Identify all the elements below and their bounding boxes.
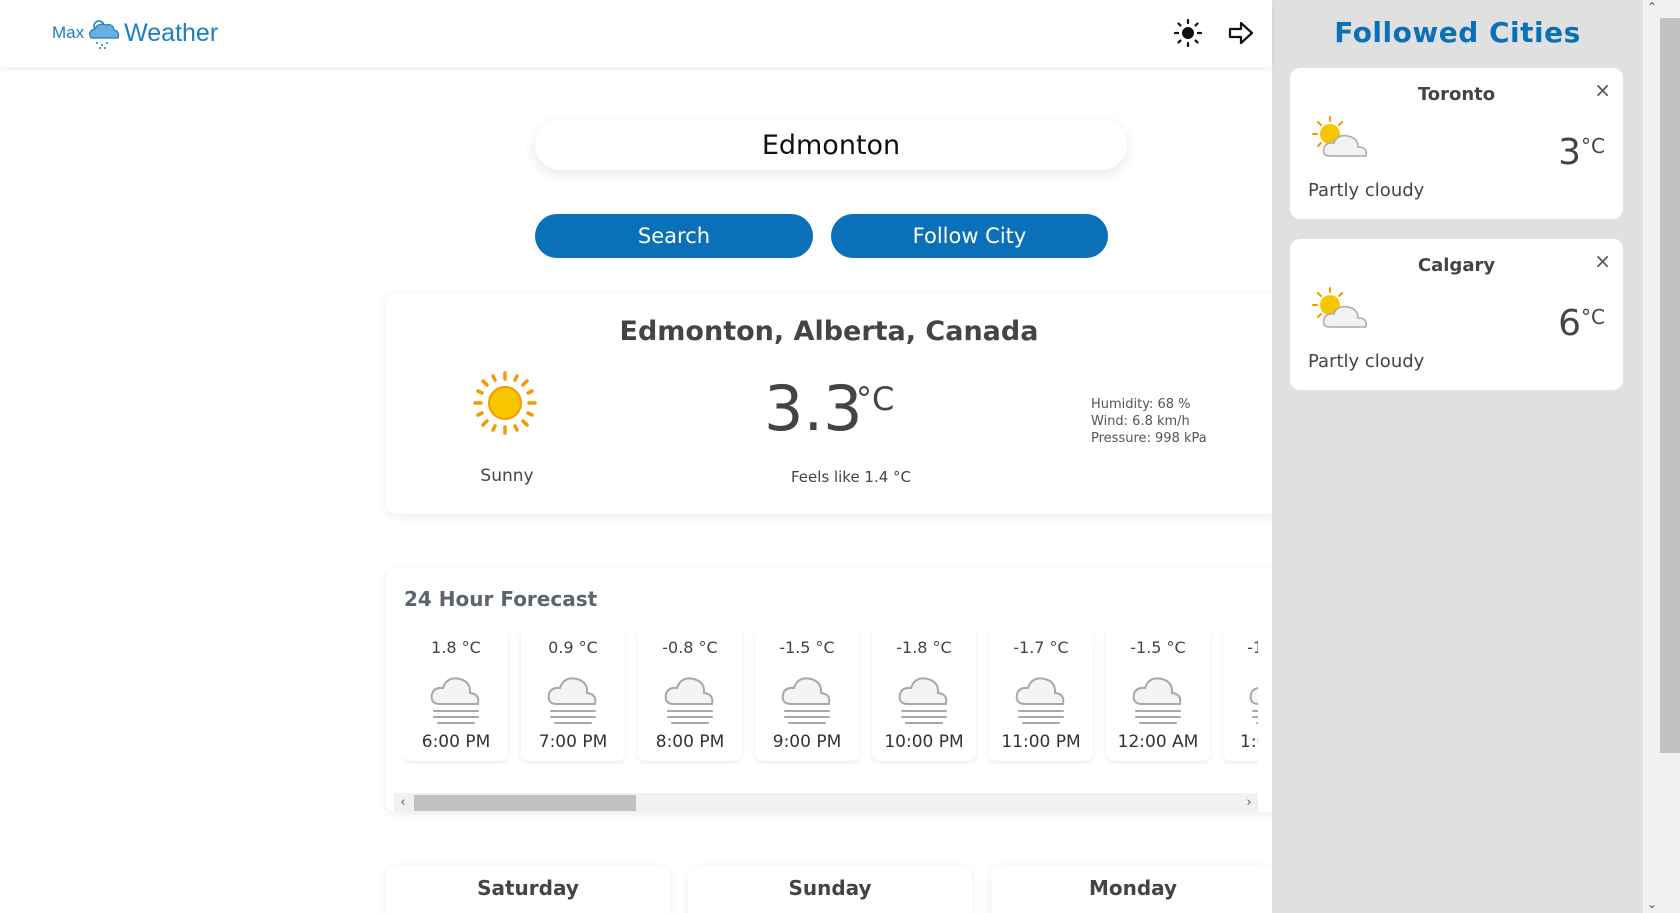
pressure-value: Pressure: 998 kPa [1091,431,1207,446]
fog-cloud-icon [547,677,597,724]
weather-details: Humidity: 68 % Wind: 6.8 km/h Pressure: … [1091,396,1207,447]
hourly-forecast-item: 0.9 °C 7:00 PM [521,628,625,761]
scroll-left-arrow-icon[interactable]: ‹ [394,793,412,812]
hour-temperature: -0.8 °C [662,638,718,657]
temperature-unit: °C [1581,134,1605,158]
day-name: Saturday [477,876,579,900]
hourly-forecast-card: 24 Hour Forecast 1.8 °C 6:00 PM 0.9 °C 7:00… [386,568,1286,812]
fog-cloud-icon [430,677,480,724]
humidity-value: Humidity: 68 % [1091,397,1191,412]
current-weather-card: Edmonton, Alberta, Canada Sunny 3.3 °C F… [386,294,1286,514]
temperature-unit: °C [856,380,895,418]
page-vertical-scrollbar[interactable]: ⌃ ⌄ [1643,0,1680,913]
hour-temperature: -1.7 °C [1013,638,1069,657]
followed-city-card-calgary[interactable]: Calgary × 6 °C Partly cloudy [1290,239,1623,390]
hour-time: 6:00 PM [421,732,491,752]
hour-time: 8:00 PM [655,732,725,752]
feels-like-label: Feels like 1.4 °C [790,468,912,486]
hour-temperature: 1.8 °C [431,638,481,657]
scroll-right-arrow-icon[interactable]: › [1240,793,1258,812]
city-temperature: 6 [1558,303,1581,344]
forecast-title: 24 Hour Forecast [404,587,598,611]
partly-cloudy-icon [1312,287,1368,328]
app-logo[interactable]: Max Weather [52,16,218,50]
hour-time: 12:00 AM [1117,732,1199,752]
hourly-forecast-item: -1.7 °C 11:00 PM [989,628,1093,761]
hourly-forecast-item: 1.8 °C 6:00 PM [404,628,508,761]
daily-card-monday: Monday [991,866,1275,913]
hour-time: 11:00 PM [1001,732,1081,752]
hour-temperature: -1.2 °C [1247,638,1258,657]
top-header: Max Weather [0,0,1272,67]
fog-cloud-icon [1132,677,1182,724]
followed-cities-sidebar: Followed Cities Toronto × 3 °C Partly cl… [1272,0,1643,913]
hourly-forecast-item: -0.8 °C 8:00 PM [638,628,742,761]
followed-city-card-toronto[interactable]: Toronto × 3 °C Partly cloudy [1290,68,1623,219]
hourly-forecast-item: -1.5 °C 12:00 AM [1106,628,1210,761]
fog-cloud-icon [1249,686,1258,724]
city-name: Toronto [1417,84,1496,105]
wind-value: Wind: 6.8 km/h [1091,414,1190,429]
scroll-down-arrow-icon[interactable]: ⌄ [1645,897,1659,911]
hour-time: 10:00 PM [884,732,964,752]
hourly-forecast-item: -1.2 °C 1:00 AM [1223,628,1258,761]
hour-time: 9:00 PM [772,732,842,752]
sunny-icon [473,371,537,435]
day-name: Monday [1088,876,1178,900]
follow-city-button[interactable]: Follow City [831,214,1108,258]
hourly-forecast-item: -1.8 °C 10:00 PM [872,628,976,761]
location-title: Edmonton, Alberta, Canada [619,316,1039,347]
hour-temperature: -1.5 °C [1130,638,1186,657]
hourly-forecast-list[interactable]: 1.8 °C 6:00 PM 0.9 °C 7:00 PM -0.8 °C 8:00 PM… [404,628,1258,764]
fog-cloud-icon [1015,677,1065,724]
hour-time: 1:00 AM [1240,732,1258,752]
partly-cloudy-icon [1312,116,1368,157]
fog-cloud-icon [781,677,831,724]
close-icon[interactable]: × [1594,78,1611,102]
condition-label: Sunny [480,466,534,486]
hour-temperature: 0.9 °C [548,638,598,657]
logo-max-text: Max [52,23,85,42]
daily-card-saturday: Saturday [386,866,670,913]
hour-temperature: -1.5 °C [779,638,835,657]
daily-card-sunday: Sunday [688,866,972,913]
fog-cloud-icon [664,677,714,724]
fog-cloud-icon [898,677,948,724]
hourly-forecast-item: -1.5 °C 9:00 PM [755,628,859,761]
hour-temperature: -1.8 °C [896,638,952,657]
temperature-unit: °C [1581,305,1605,329]
close-icon[interactable]: × [1594,249,1611,273]
city-temperature: 3 [1558,132,1581,173]
scrollbar-thumb[interactable] [414,795,636,811]
logo-weather-text: Weather [124,18,219,47]
hour-time: 7:00 PM [538,732,608,752]
logout-arrow-icon[interactable] [1226,18,1256,48]
horizontal-scrollbar[interactable]: ‹ › [394,793,1258,812]
logo-cloud-icon [89,20,120,49]
page-scrollbar-thumb[interactable] [1660,18,1680,753]
current-temperature: 3.3 [764,372,863,445]
sidebar-title: Followed Cities [1334,16,1581,49]
city-search-input[interactable] [535,120,1127,170]
day-name: Sunday [788,876,872,900]
scroll-up-arrow-icon[interactable]: ⌃ [1645,0,1659,14]
city-name: Calgary [1417,255,1496,276]
theme-toggle-sun-icon[interactable] [1173,18,1203,48]
search-button[interactable]: Search [535,214,813,258]
city-condition: Partly cloudy [1308,351,1425,372]
city-condition: Partly cloudy [1308,180,1425,201]
